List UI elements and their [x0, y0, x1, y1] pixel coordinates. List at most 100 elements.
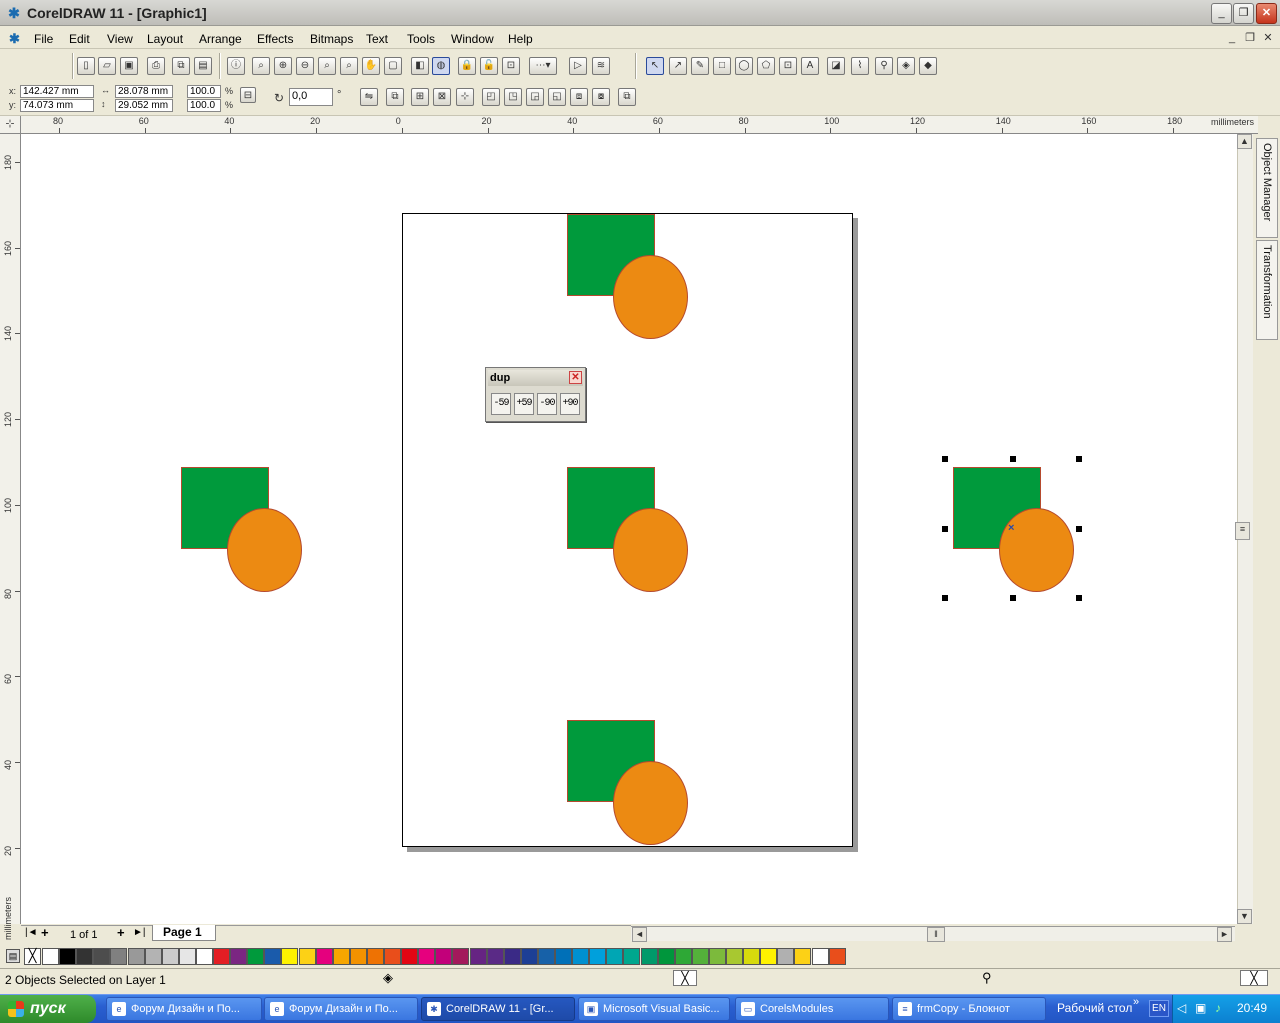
color-swatch[interactable]: [555, 948, 572, 965]
taskbar-item[interactable]: ≡ frmCopy - Блокнот: [892, 997, 1046, 1021]
horizontal-scroll-thumb[interactable]: ‖: [927, 927, 945, 942]
color-swatch[interactable]: [811, 948, 829, 965]
selection-handle-bottom[interactable]: [1010, 595, 1016, 601]
orange-ellipse[interactable]: [613, 508, 688, 592]
polygon-tool-icon[interactable]: ⬠: [757, 57, 775, 75]
color-swatch[interactable]: [315, 948, 333, 965]
fill-none-swatch[interactable]: ╳: [673, 970, 697, 986]
dup-toolbar-panel[interactable]: dup ✕ -59 +59 -90 +90: [485, 367, 586, 422]
color-swatch[interactable]: [349, 948, 367, 965]
rotation-field[interactable]: 0,0: [289, 88, 333, 106]
save-icon[interactable]: ▣: [120, 57, 138, 75]
menu-tools[interactable]: Tools: [407, 32, 435, 46]
color-swatch[interactable]: [708, 948, 726, 965]
restore-button[interactable]: ❐: [1233, 3, 1254, 24]
horizontal-ruler[interactable]: 80 60 40 20 0 20 40 60 80 100 120 140 160 180 millime…: [21, 116, 1258, 134]
dup-minus-90-button[interactable]: -90: [537, 393, 557, 415]
interactive-fill-icon[interactable]: ◆: [919, 57, 937, 75]
rotation-center-icon[interactable]: ×: [1008, 522, 1014, 534]
unlock-icon[interactable]: 🔓: [480, 57, 498, 75]
scroll-right-button[interactable]: ►: [1217, 927, 1232, 942]
scroll-left-button[interactable]: ◄: [632, 927, 647, 942]
object-manager-tab[interactable]: Object Manager: [1256, 138, 1278, 238]
scroll-down-button[interactable]: ▼: [1237, 909, 1252, 924]
orange-ellipse-selected[interactable]: [999, 508, 1074, 592]
color-swatch[interactable]: [161, 948, 179, 965]
taskbar-item[interactable]: ▣ Microsoft Visual Basic...: [578, 997, 730, 1021]
no-fill-swatch[interactable]: ╳: [24, 948, 41, 965]
open-icon[interactable]: ▱: [98, 57, 116, 75]
freehand-tool-icon[interactable]: ✎: [691, 57, 709, 75]
paste-icon[interactable]: ▤: [194, 57, 212, 75]
back-minus-front-icon[interactable]: ⧇: [592, 88, 610, 106]
selection-handle-top-right[interactable]: [1076, 456, 1082, 462]
unlock-all-icon[interactable]: ⊡: [502, 57, 520, 75]
rectangle-tool-icon[interactable]: □: [713, 57, 731, 75]
outline-pen-icon[interactable]: ⚲: [875, 57, 893, 75]
color-swatch[interactable]: [520, 948, 538, 965]
palette-menu-icon[interactable]: ▤: [6, 949, 20, 963]
color-swatch[interactable]: [178, 948, 196, 965]
insert-page-after-button[interactable]: +: [117, 925, 125, 940]
selection-handle-top[interactable]: [1010, 456, 1016, 462]
color-swatch[interactable]: [93, 948, 111, 965]
fill-indicator-icon[interactable]: ◈: [383, 970, 393, 986]
orange-ellipse[interactable]: [227, 508, 302, 592]
document-icon[interactable]: ✱: [9, 31, 20, 47]
transformation-tab[interactable]: Transformation: [1256, 240, 1278, 340]
y-position-field[interactable]: 74.073 mm: [20, 99, 94, 112]
desktop-toolbar-label[interactable]: Рабочий стол: [1057, 1001, 1132, 1015]
info-icon[interactable]: ⓘ: [227, 57, 245, 75]
outline-none-swatch[interactable]: ╳: [1240, 970, 1268, 986]
menu-help[interactable]: Help: [508, 32, 533, 46]
color-swatch[interactable]: [657, 948, 675, 965]
selection-handle-left[interactable]: [942, 526, 948, 532]
dup-plus-90-button[interactable]: +90: [560, 393, 580, 415]
page-1-tab[interactable]: Page 1: [152, 925, 216, 941]
menu-view[interactable]: View: [107, 32, 133, 46]
pick-tool-icon[interactable]: ↖: [646, 57, 664, 75]
zoom-out-icon[interactable]: ⊖: [296, 57, 314, 75]
fit-icon[interactable]: ◧: [411, 57, 429, 75]
color-swatch[interactable]: [195, 948, 213, 965]
color-swatch[interactable]: [572, 948, 590, 965]
insert-page-before-button[interactable]: +: [41, 925, 49, 940]
scale-y-field[interactable]: 100.0: [187, 99, 221, 112]
shape-tool-icon[interactable]: ↗: [669, 57, 687, 75]
first-page-button[interactable]: |◄: [25, 927, 38, 938]
taskbar-item-active[interactable]: ✱ CorelDRAW 11 - [Gr...: [421, 997, 575, 1021]
basic-shapes-icon[interactable]: ⊡: [779, 57, 797, 75]
zoom-page-icon[interactable]: ▢: [384, 57, 402, 75]
color-swatch[interactable]: [589, 948, 607, 965]
menu-effects[interactable]: Effects: [257, 32, 293, 46]
color-swatch[interactable]: [247, 948, 265, 965]
color-swatch[interactable]: [366, 948, 384, 965]
color-swatch[interactable]: [144, 948, 162, 965]
color-swatch[interactable]: [298, 948, 316, 965]
menu-window[interactable]: Window: [451, 32, 494, 46]
script-icon[interactable]: ≋: [592, 57, 610, 75]
intersect-icon[interactable]: ◲: [526, 88, 544, 106]
color-swatch[interactable]: [452, 948, 470, 965]
clock[interactable]: 20:49: [1237, 1001, 1267, 1015]
color-swatch[interactable]: [503, 948, 521, 965]
front-minus-back-icon[interactable]: ⧈: [570, 88, 588, 106]
ruler-origin[interactable]: ⊹: [0, 116, 21, 134]
trim-icon[interactable]: ◳: [504, 88, 522, 106]
taskbar-item[interactable]: e Форум Дизайн и По...: [106, 997, 262, 1021]
last-page-button[interactable]: ►|: [133, 927, 146, 938]
color-swatch[interactable]: [640, 948, 658, 965]
selection-handle-right[interactable]: [1076, 526, 1082, 532]
menu-layout[interactable]: Layout: [147, 32, 183, 46]
color-swatch[interactable]: [469, 948, 487, 965]
selection-handle-bottom-right[interactable]: [1076, 595, 1082, 601]
width-field[interactable]: 28.078 mm: [115, 85, 173, 98]
close-button[interactable]: ✕: [1256, 3, 1277, 24]
taskbar-item[interactable]: ▭ CorelsModules: [735, 997, 889, 1021]
color-swatch[interactable]: [435, 948, 453, 965]
create-boundary-icon[interactable]: ⧉: [618, 88, 636, 106]
color-swatch[interactable]: [777, 948, 795, 965]
text-tool-icon[interactable]: A: [801, 57, 819, 75]
dup-plus-59-button[interactable]: +59: [514, 393, 534, 415]
color-swatch[interactable]: [486, 948, 504, 965]
